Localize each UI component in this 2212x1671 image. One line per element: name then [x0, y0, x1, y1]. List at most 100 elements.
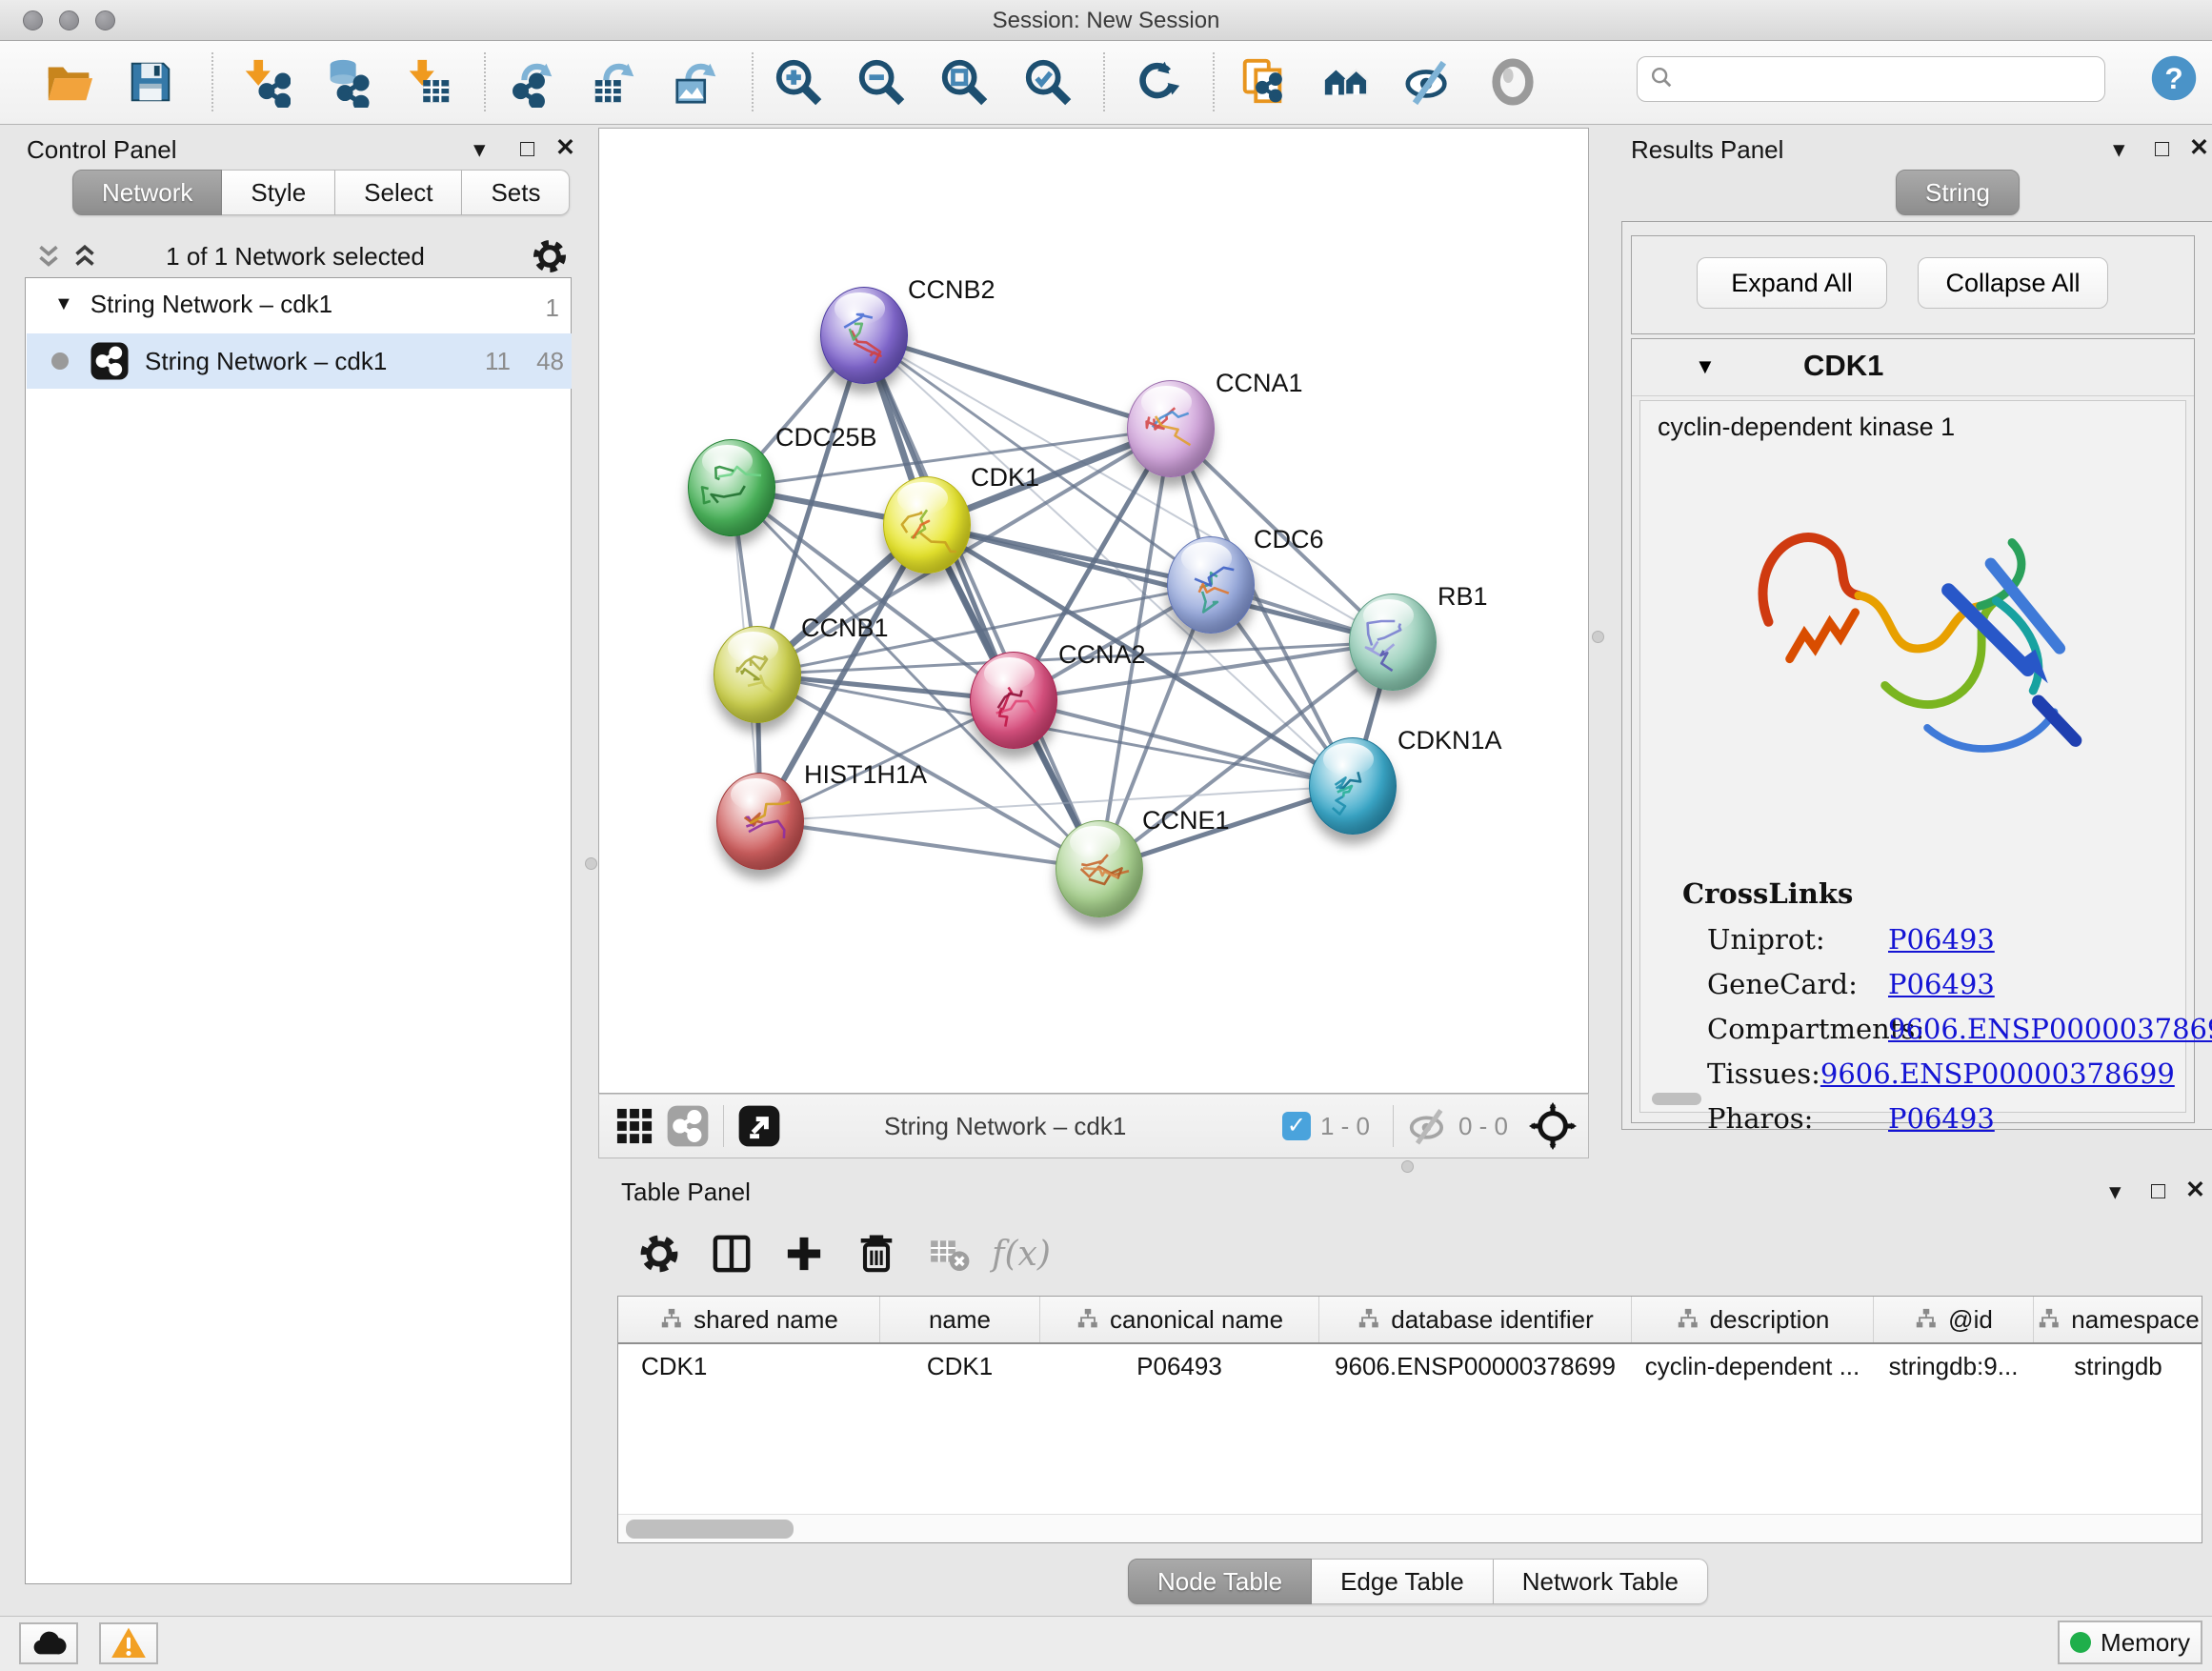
crosslink-link[interactable]: 9606.ENSP00000378699 [1820, 1057, 2175, 1090]
network-options-gear-icon[interactable] [530, 236, 570, 276]
delete-column-icon[interactable] [854, 1231, 899, 1277]
control-panel-float-button[interactable]: ▾ [473, 135, 486, 164]
column-label: @id [1948, 1305, 1993, 1335]
network-node-hist1h1a[interactable] [716, 773, 804, 870]
table-options-gear-icon[interactable] [636, 1231, 682, 1277]
cytoscape-home-button[interactable] [1319, 54, 1375, 110]
results-panel-float-button[interactable]: ▾ [2113, 135, 2125, 164]
tab-sets[interactable]: Sets [462, 170, 570, 215]
node-label-cdc25b: CDC25B [775, 423, 877, 453]
save-session-button[interactable] [123, 54, 178, 110]
table-panel-close-button[interactable]: ✕ [2185, 1176, 2205, 1204]
network-node-ccnb1[interactable] [714, 626, 801, 723]
network-node-cdkn1a[interactable] [1309, 737, 1397, 835]
tab-network-table[interactable]: Network Table [1494, 1559, 1708, 1604]
network-status-dot [51, 352, 69, 370]
help-button[interactable]: ? [2149, 53, 2199, 103]
column-header-namespace[interactable]: namespace [2034, 1297, 2202, 1342]
import-table-from-file-button[interactable] [401, 54, 456, 110]
show-preview-button[interactable] [1485, 54, 1540, 110]
node-result-header[interactable]: ▼ CDK1 [1632, 339, 2194, 396]
column-header-databaseidentifier[interactable]: database identifier [1319, 1297, 1632, 1342]
crosslink-row: GeneCard:P06493 [1707, 968, 2164, 1000]
memory-button[interactable]: Memory [2058, 1621, 2202, 1664]
results-panel-close-button[interactable]: ✕ [2189, 133, 2209, 162]
application-window: Session: New Session ? Control Panel ▾ □… [0, 0, 2212, 1671]
column-header-name[interactable]: name [880, 1297, 1040, 1342]
zoom-in-button[interactable] [771, 54, 826, 110]
network-node-ccna1[interactable] [1127, 380, 1215, 477]
network-edge[interactable] [760, 821, 1099, 869]
add-column-icon[interactable] [781, 1231, 827, 1277]
horizontal-splitter-handle[interactable] [1401, 1160, 1414, 1173]
cloud-status-button[interactable] [19, 1622, 78, 1664]
results-panel-maximize-button[interactable]: □ [2155, 135, 2169, 163]
control-panel-close-button[interactable]: ✕ [555, 133, 575, 162]
tab-style[interactable]: Style [222, 170, 335, 215]
tab-edge-table[interactable]: Edge Table [1312, 1559, 1494, 1604]
expand-all-button[interactable]: Expand All [1697, 257, 1887, 309]
control-panel-maximize-button[interactable]: □ [520, 135, 534, 163]
collapse-all-button[interactable]: Collapse All [1918, 257, 2108, 309]
apply-preferred-layout-button[interactable] [1130, 54, 1185, 110]
network-collection-row[interactable]: ▼ String Network – cdk1 [54, 290, 569, 319]
grid-mode-icon[interactable] [613, 1104, 656, 1148]
network-row-selected[interactable]: String Network – cdk1 11 48 [27, 333, 572, 389]
crosslink-link[interactable]: P06493 [1888, 968, 1995, 1000]
search-input[interactable] [1681, 66, 2093, 92]
crosslink-link[interactable]: P06493 [1888, 1102, 1995, 1135]
zoom-fit-content-button[interactable] [936, 54, 992, 110]
tab-select[interactable]: Select [335, 170, 462, 215]
network-node-cdc25b[interactable] [688, 439, 775, 536]
import-network-from-file-button[interactable] [237, 54, 292, 110]
warnings-button[interactable] [99, 1622, 158, 1664]
table-cell: stringdb [2034, 1344, 2202, 1388]
search-box[interactable] [1637, 56, 2105, 102]
table-panel-float-button[interactable]: ▾ [2109, 1178, 2122, 1206]
tab-network[interactable]: Network [72, 170, 222, 215]
table-hscrollbar[interactable] [618, 1514, 2202, 1542]
column-header-description[interactable]: description [1632, 1297, 1874, 1342]
export-network-button[interactable] [506, 54, 561, 110]
fit-selection-crosshair-icon[interactable] [1529, 1102, 1577, 1150]
left-splitter-handle[interactable] [585, 857, 597, 870]
export-table-button[interactable] [588, 54, 643, 110]
network-edge[interactable] [864, 335, 1171, 429]
tab-string[interactable]: String [1896, 170, 2020, 215]
detach-view-icon[interactable] [737, 1104, 781, 1148]
results-hscroll-thumb[interactable] [1652, 1093, 1701, 1105]
crosslink-link[interactable]: 9606.ENSP00000378699 [1888, 1013, 2212, 1045]
zoom-out-button[interactable] [854, 54, 909, 110]
open-session-button[interactable] [41, 54, 96, 110]
network-node-cdk1[interactable] [883, 476, 971, 574]
right-splitter-handle[interactable] [1592, 631, 1604, 643]
column-type-icon [1676, 1307, 1700, 1332]
crosslink-link[interactable]: P06493 [1888, 923, 1995, 956]
selected-checkbox[interactable]: ✓ [1282, 1112, 1311, 1140]
import-network-from-database-button[interactable] [319, 54, 374, 110]
network-overview-icon[interactable] [666, 1104, 710, 1148]
network-node-ccne1[interactable] [1056, 820, 1143, 917]
column-header-id[interactable]: @id [1874, 1297, 2034, 1342]
network-canvas[interactable]: CCNB2CCNA1CDC25BCDK1CDC6RB1CCNB1CCNA2CDK… [598, 128, 1589, 1094]
share-network-clipboard-button[interactable] [1236, 54, 1291, 110]
table-row[interactable]: CDK1CDK1P064939606.ENSP00000378699cyclin… [618, 1344, 2202, 1388]
network-node-rb1[interactable] [1349, 594, 1437, 691]
hide-panels-button[interactable] [1400, 54, 1456, 110]
network-node-cdc6[interactable] [1167, 536, 1255, 634]
column-header-canonicalname[interactable]: canonical name [1040, 1297, 1319, 1342]
node-structure-thumbnail [714, 633, 802, 720]
export-image-button[interactable] [670, 54, 725, 110]
expander-icon[interactable]: ▼ [54, 293, 73, 315]
network-node-ccna2[interactable] [970, 652, 1057, 749]
search-icon [1649, 65, 1674, 94]
tab-node-table[interactable]: Node Table [1128, 1559, 1312, 1604]
network-node-ccnb2[interactable] [820, 287, 908, 384]
zoom-selected-region-button[interactable] [1020, 54, 1076, 110]
table-panel-maximize-button[interactable]: □ [2151, 1178, 2165, 1205]
column-header-sharedname[interactable]: shared name [618, 1297, 880, 1342]
table-hscroll-thumb[interactable] [626, 1520, 794, 1539]
show-columns-icon[interactable] [709, 1231, 754, 1277]
hidden-eye-icon[interactable] [1407, 1105, 1449, 1147]
collapse-entry-icon[interactable]: ▼ [1695, 354, 1716, 379]
